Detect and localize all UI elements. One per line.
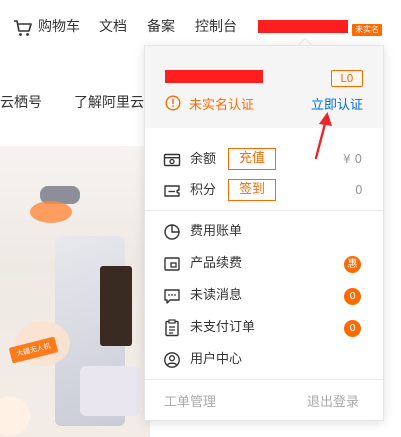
account-name-redacted[interactable] (258, 20, 348, 33)
menu-label-orders: 未支付订单 (190, 320, 256, 335)
pie-chart-icon (164, 224, 180, 240)
shopping-cart-icon[interactable] (13, 19, 33, 37)
discount-badge: 惠 (344, 256, 361, 273)
level-badge: L0 (331, 70, 363, 87)
menu-item-renew[interactable]: 产品续费 (163, 253, 373, 275)
ticket-management-link[interactable]: 工单管理 (164, 391, 216, 410)
recharge-button[interactable]: 充值 (228, 148, 277, 170)
menu-item-user-center[interactable]: 用户中心 (163, 349, 373, 371)
balance-label: 余额 (190, 152, 217, 167)
menu-label-user-center: 用户中心 (190, 352, 243, 367)
coupon-icon (164, 185, 180, 197)
banner-screen (100, 266, 132, 346)
docs-link[interactable]: 文档 (99, 17, 127, 37)
checkin-button[interactable]: 签到 (228, 179, 277, 201)
annotation-arrow-icon (314, 112, 332, 160)
order-icon (165, 319, 179, 337)
menu-label-billing: 费用账单 (190, 224, 243, 239)
balance-amount: ¥ 0 (343, 152, 363, 166)
cart-link[interactable]: 购物车 (38, 17, 80, 37)
wallet-icon (163, 153, 181, 167)
subnav-about[interactable]: 了解阿里云 (74, 92, 144, 112)
banner-box (80, 366, 140, 416)
warning-icon (165, 95, 181, 111)
unpaid-count-badge: 0 (344, 320, 361, 337)
points-label: 积分 (190, 183, 217, 198)
message-icon (164, 289, 180, 304)
banner-bubble (0, 396, 30, 436)
hero-banner[interactable]: 大疆无人机 (0, 146, 150, 437)
menu-label-renew: 产品续费 (190, 256, 243, 271)
subnav-yunqi[interactable]: 云栖号 (0, 92, 42, 112)
points-amount: 0 (355, 183, 363, 197)
verify-status: 未实名认证 (189, 98, 255, 113)
user-icon (164, 352, 180, 368)
menu-item-billing[interactable]: 费用账单 (163, 221, 373, 243)
account-dropdown: L0 未实名认证 立即认证 余额 充值 ¥ 0 积分 签到 0 费用账单 产品续… (144, 45, 384, 421)
banner-ring (30, 201, 72, 223)
account-header: L0 未实名认证 立即认证 (145, 46, 383, 128)
console-link[interactable]: 控制台 (195, 17, 237, 37)
divider (145, 379, 383, 380)
renew-icon (164, 257, 180, 271)
menu-item-orders[interactable]: 未支付订单 (163, 317, 373, 339)
secondary-nav: 云栖号 了解阿里云 (0, 80, 150, 126)
unverified-badge: 未实名 (352, 24, 382, 36)
unread-count-badge: 0 (344, 288, 361, 305)
filing-link[interactable]: 备案 (147, 17, 175, 37)
username-redacted (165, 70, 263, 83)
menu-item-messages[interactable]: 未读消息 (163, 285, 373, 307)
logout-link[interactable]: 退出登录 (307, 391, 359, 410)
menu-label-messages: 未读消息 (190, 288, 243, 303)
divider (145, 210, 383, 211)
